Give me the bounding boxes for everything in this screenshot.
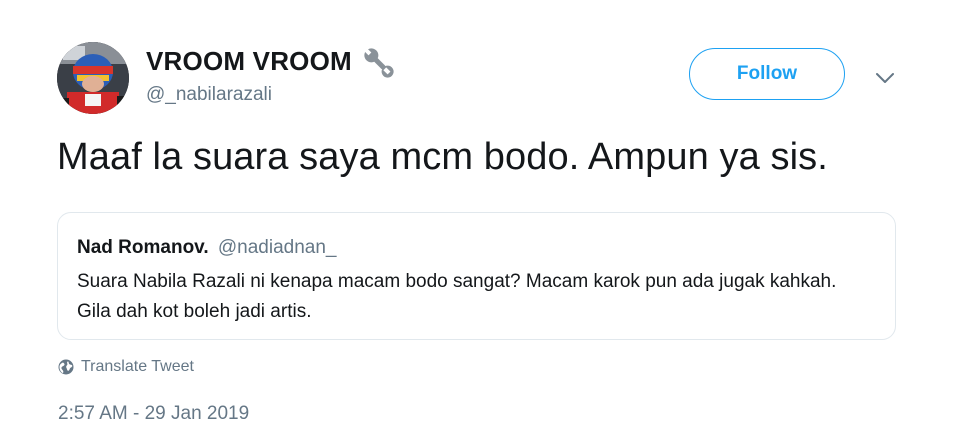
quoted-author-name: Nad Romanov. [77,237,209,258]
follow-button[interactable]: Follow [689,48,845,100]
globe-icon [58,359,74,375]
wrench-icon [360,44,394,78]
author-name-row[interactable]: VROOM VROOM [146,44,394,78]
avatar[interactable] [57,42,129,114]
avatar-image [57,42,129,114]
quoted-tweet-header: Nad Romanov. @nadiadnan_ [77,237,337,259]
quoted-tweet-text: Suara Nabila Razali ni kenapa macam bodo… [77,271,837,322]
quoted-author-handle: @nadiadnan_ [217,237,337,258]
chevron-down-icon [876,73,894,83]
tweet-text: Maaf la suara saya mcm bodo. Ampun ya si… [57,136,828,178]
translate-label: Translate Tweet [81,358,194,375]
tweet-card: VROOM VROOM @_nabilarazali Follow Maaf l… [0,0,953,443]
author-display-name[interactable]: VROOM VROOM [146,46,352,77]
author-handle[interactable]: @_nabilarazali [146,84,272,106]
translate-tweet-link[interactable]: Translate Tweet [58,358,194,376]
more-options-button[interactable] [872,66,898,90]
quoted-tweet[interactable]: Nad Romanov. @nadiadnan_ Suara Nabila Ra… [57,212,896,340]
tweet-timestamp[interactable]: 2:57 AM - 29 Jan 2019 [58,403,249,425]
